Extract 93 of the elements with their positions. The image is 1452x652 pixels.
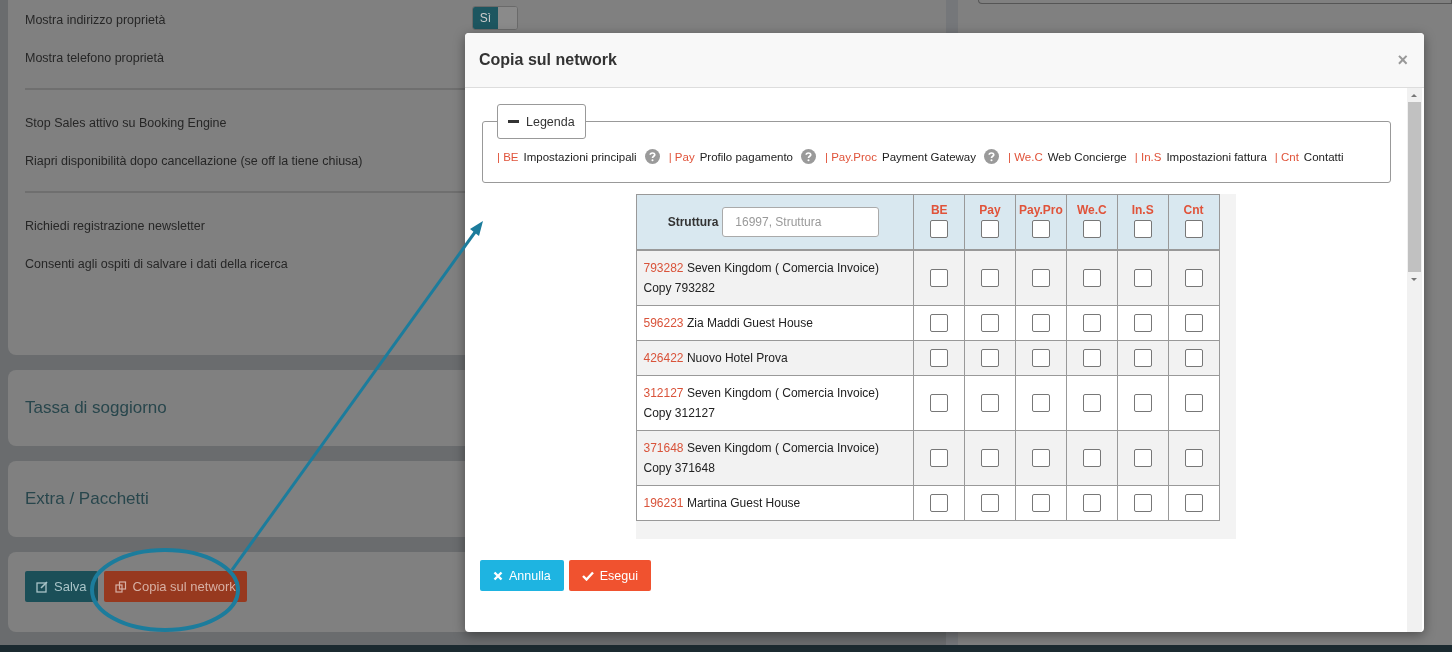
legend-code: | Cnt	[1274, 150, 1299, 163]
search-field[interactable]: 16997, Struttura	[722, 207, 880, 237]
close-button[interactable]: ×	[1395, 49, 1410, 71]
setting-label: Stop Sales attivo su Booking Engine	[25, 116, 227, 130]
checkbox[interactable]	[1133, 220, 1152, 238]
legend-code: | BE	[497, 150, 519, 163]
setting-label: Richiedi registrazione newsletter	[25, 219, 205, 233]
legend-code: | Pay.Proc	[825, 150, 877, 163]
legend-toggle[interactable]: Legenda	[497, 104, 586, 139]
toggle-switch[interactable]: Sì	[472, 6, 518, 30]
checkbox[interactable]	[1082, 449, 1101, 467]
checkbox[interactable]	[1184, 220, 1203, 238]
scrollbar[interactable]	[1407, 88, 1422, 632]
close-icon	[493, 570, 503, 581]
checkbox[interactable]	[1082, 394, 1101, 412]
checkbox[interactable]	[930, 314, 949, 332]
check-icon	[581, 570, 594, 581]
setting-label: Consenti agli ospiti di salvare i dati della ricerca	[25, 257, 288, 271]
property-name: 426422 Nuovo Hotel Prova	[643, 351, 788, 365]
checkbox[interactable]	[1031, 349, 1050, 367]
column-header: We.C	[1075, 202, 1108, 217]
run-button[interactable]: Esegui	[568, 560, 651, 591]
checkbox[interactable]	[930, 349, 949, 367]
property-name: 793282 Seven Kingdom ( Comercia Invoice) Copy 793282	[643, 261, 879, 295]
checkbox[interactable]	[1133, 314, 1152, 332]
setting-label: Riapri disponibilità dopo cancellazione (se off la tiene chiusa)	[25, 154, 363, 168]
legend-label: Impostazioni principali	[523, 150, 637, 163]
column-header: Cnt	[1182, 202, 1205, 217]
legend-label: Impostazioni fattura	[1166, 150, 1267, 163]
property-name: 596223 Zia Maddi Guest House	[643, 316, 813, 330]
checkbox[interactable]	[1184, 269, 1203, 287]
section-title[interactable]: Extra / Pacchetti	[25, 489, 149, 509]
checkbox[interactable]	[930, 494, 949, 512]
checkbox[interactable]	[930, 269, 949, 287]
legend-label: Web Concierge	[1047, 150, 1127, 163]
checkbox[interactable]	[981, 394, 1000, 412]
legend-label: Payment Gateway	[882, 150, 976, 163]
checkbox[interactable]	[930, 394, 949, 412]
checkbox[interactable]	[1133, 494, 1152, 512]
setting-label: Mostra indirizzo proprietà	[25, 13, 166, 27]
property-name: 371648 Seven Kingdom ( Comercia Invoice) Copy 371648	[643, 441, 879, 475]
checkbox[interactable]	[1133, 349, 1152, 367]
checkbox[interactable]	[1133, 394, 1152, 412]
property-name: 312127 Seven Kingdom ( Comercia Invoice) Copy 312127	[643, 386, 879, 420]
checkbox[interactable]	[981, 494, 1000, 512]
column-header: In.S	[1130, 202, 1155, 217]
checkbox[interactable]	[981, 314, 1000, 332]
property-name: 196231 Martina Guest House	[643, 496, 801, 510]
checkbox[interactable]	[1184, 349, 1203, 367]
column-header: Pay	[978, 202, 1002, 217]
help-icon[interactable]	[984, 149, 999, 164]
checkbox[interactable]	[1031, 449, 1050, 467]
copy-icon	[114, 580, 127, 593]
checkbox[interactable]	[1082, 349, 1101, 367]
section-title[interactable]: Tassa di soggiorno	[25, 398, 167, 418]
checkbox[interactable]	[1133, 449, 1152, 467]
column-header: Struttura	[667, 215, 719, 229]
checkbox[interactable]	[1082, 494, 1101, 512]
checkbox[interactable]	[1082, 314, 1101, 332]
help-icon[interactable]	[644, 149, 660, 164]
collapse-icon	[508, 120, 519, 123]
legend-label: Contatti	[1303, 150, 1344, 163]
checkbox[interactable]	[981, 349, 1000, 367]
checkbox[interactable]	[1031, 220, 1050, 238]
legend-code: | Pay	[668, 150, 695, 163]
checkbox[interactable]	[1133, 269, 1152, 287]
save-button[interactable]: Salva	[25, 571, 98, 602]
checkbox[interactable]	[1184, 494, 1203, 512]
cancel-button[interactable]: Annulla	[480, 560, 564, 591]
checkbox[interactable]	[1184, 394, 1203, 412]
setting-label: Mostra telefono proprietà	[25, 51, 164, 65]
checkbox[interactable]	[930, 220, 949, 238]
checkbox[interactable]	[930, 449, 949, 467]
checkbox[interactable]	[1184, 449, 1203, 467]
checkbox[interactable]	[981, 220, 1000, 238]
checkbox[interactable]	[1184, 314, 1203, 332]
edit-icon	[36, 580, 48, 593]
modal-title: Copia sul network	[479, 51, 617, 69]
checkbox[interactable]	[1031, 394, 1050, 412]
checkbox[interactable]	[981, 269, 1000, 287]
column-header: Pay.Pro	[1018, 202, 1064, 217]
checkbox[interactable]	[1031, 494, 1050, 512]
checkbox[interactable]	[981, 449, 1000, 467]
column-header: BE	[929, 202, 949, 217]
copy-button[interactable]: Copia sul network	[103, 571, 247, 602]
legend-code: | We.C	[1008, 150, 1043, 163]
checkbox[interactable]	[1031, 314, 1050, 332]
checkbox[interactable]	[1082, 220, 1101, 238]
help-icon[interactable]	[801, 149, 816, 164]
checkbox[interactable]	[1031, 269, 1050, 287]
legend-code: | In.S	[1134, 150, 1162, 163]
checkbox[interactable]	[1082, 269, 1101, 287]
legend-label: Profilo pagamento	[699, 150, 793, 163]
